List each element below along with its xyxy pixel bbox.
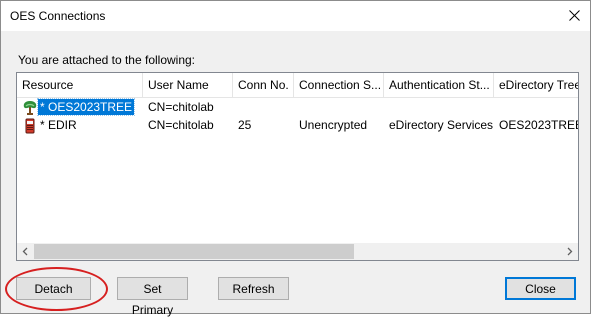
user-name-cell: CN=chitolab bbox=[148, 100, 214, 114]
table-row[interactable]: * OES2023TREE CN=chitolab bbox=[17, 98, 578, 116]
set-primary-button[interactable]: Set Primary bbox=[117, 277, 188, 317]
column-header-user-name[interactable]: User Name bbox=[143, 73, 233, 97]
table-row[interactable]: * EDIR CN=chitolab 25 Unencrypted eDirec… bbox=[17, 117, 578, 134]
chevron-left-icon bbox=[22, 247, 28, 256]
resource-cell: * OES2023TREE bbox=[36, 98, 136, 116]
edirectory-tree-cell: OES2023TREE bbox=[499, 118, 579, 132]
column-header-edirectory-tree[interactable]: eDirectory Tree bbox=[494, 73, 578, 97]
window-title: OES Connections bbox=[10, 9, 106, 23]
connections-list[interactable]: Resource User Name Conn No. Connection S… bbox=[16, 72, 579, 261]
column-header-connection-state[interactable]: Connection S... bbox=[294, 73, 384, 97]
tree-icon bbox=[23, 101, 37, 115]
horizontal-scrollbar[interactable] bbox=[17, 243, 578, 260]
user-name-cell: CN=chitolab bbox=[148, 118, 214, 132]
resource-cell: * EDIR bbox=[40, 118, 77, 132]
column-header-resource[interactable]: Resource bbox=[17, 73, 143, 97]
scrollbar-thumb[interactable] bbox=[34, 244, 354, 259]
server-icon bbox=[25, 118, 35, 134]
detach-button[interactable]: Detach bbox=[16, 277, 91, 300]
refresh-button[interactable]: Refresh bbox=[218, 277, 289, 300]
chevron-right-icon bbox=[567, 247, 573, 256]
column-header-authentication-state[interactable]: Authentication St... bbox=[384, 73, 494, 97]
conn-no-cell: 25 bbox=[238, 118, 252, 132]
connection-state-cell: Unencrypted bbox=[299, 118, 368, 132]
list-header: Resource User Name Conn No. Connection S… bbox=[17, 73, 578, 98]
close-window-button[interactable] bbox=[558, 1, 590, 31]
column-header-conn-no[interactable]: Conn No. bbox=[233, 73, 294, 97]
authentication-state-cell: eDirectory Services bbox=[389, 118, 494, 132]
intro-label: You are attached to the following: bbox=[18, 53, 196, 67]
close-icon bbox=[569, 10, 580, 21]
scroll-left-button[interactable] bbox=[17, 243, 34, 260]
oes-connections-dialog: OES Connections You are attached to the … bbox=[0, 0, 591, 317]
scroll-right-button[interactable] bbox=[561, 243, 578, 260]
close-button[interactable]: Close bbox=[505, 277, 576, 300]
title-bar[interactable]: OES Connections bbox=[1, 1, 590, 31]
